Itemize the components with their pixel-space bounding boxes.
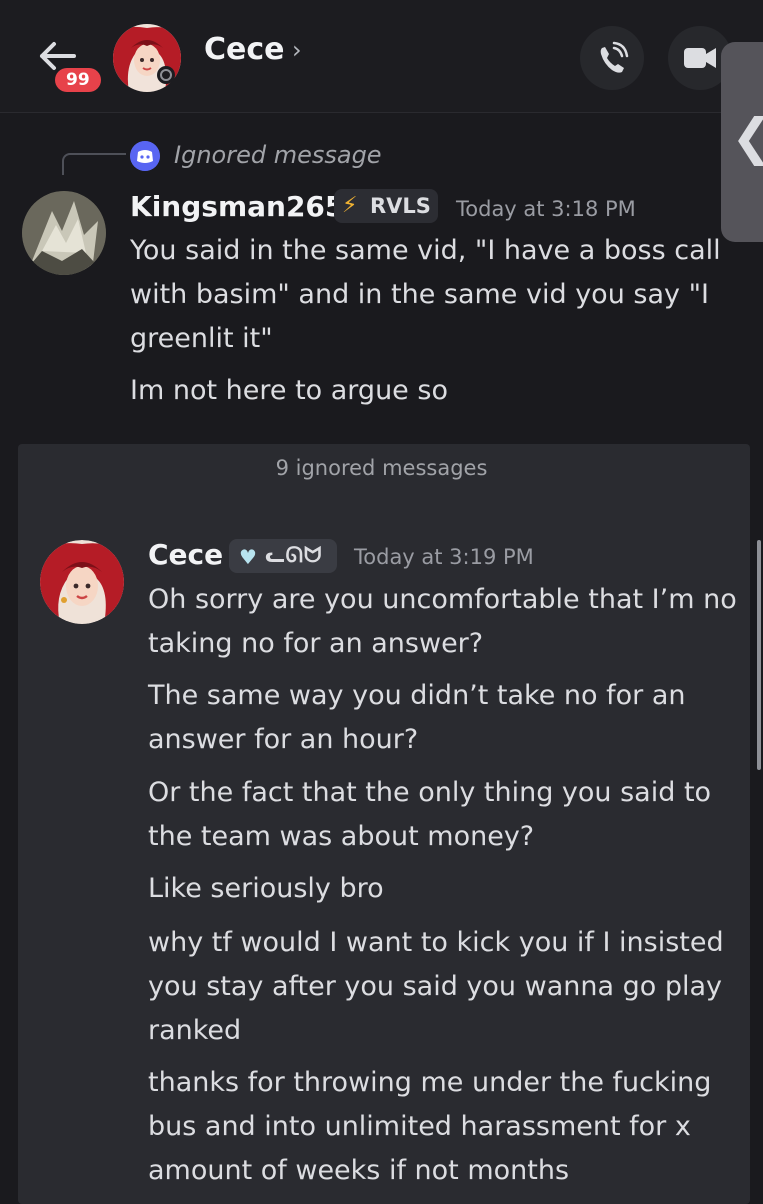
message-line: ranked: [148, 1015, 242, 1046]
message-line: the team was about money?: [148, 821, 535, 852]
heart-icon: ♥: [239, 545, 257, 569]
clan-tag-label: RVLS: [370, 194, 431, 218]
message-line: thanks for throwing me under the fucking: [148, 1067, 712, 1098]
voice-call-button[interactable]: [580, 26, 644, 90]
message-line: you stay after you said you wanna go pla…: [148, 971, 723, 1002]
clan-tag-label: ᓚᘏᗢ: [265, 543, 323, 567]
message-line: Or the fact that the only thing you said…: [148, 777, 712, 808]
discord-logo-icon: [130, 141, 160, 171]
message-line: Like seriously bro: [148, 873, 384, 904]
presence-status-icon: [157, 66, 175, 84]
clan-tag-badge[interactable]: ⚡ RVLS: [334, 189, 438, 223]
chevron-right-icon[interactable]: ›: [292, 36, 302, 64]
message-line: Im not here to argue so: [130, 375, 448, 406]
message-line: amount of weeks if not months: [148, 1155, 570, 1186]
member-list-drawer-handle[interactable]: ❮: [721, 42, 763, 242]
message-line: why tf would I want to kick you if I ins…: [148, 927, 724, 958]
lightning-bolt-icon: ⚡: [342, 193, 358, 218]
ignored-messages-label[interactable]: 9 ignored messages: [0, 456, 763, 480]
message-line: with basim" and in the same vid you say …: [130, 279, 709, 310]
message-line: Oh sorry are you uncomfortable that I’m …: [148, 584, 737, 615]
message-timestamp: Today at 3:18 PM: [456, 197, 636, 221]
scrollbar[interactable]: [757, 540, 761, 770]
message-line: taking no for an answer?: [148, 628, 484, 659]
message-timestamp: Today at 3:19 PM: [354, 545, 534, 569]
avatar[interactable]: [22, 191, 106, 275]
unread-count-badge: 99: [55, 68, 101, 92]
reply-connector: [62, 153, 126, 175]
message-author[interactable]: Cece: [148, 538, 223, 571]
message-line: answer for an hour?: [148, 724, 419, 755]
message-line: You said in the same vid, "I have a boss…: [130, 235, 721, 266]
message-author[interactable]: Kingsman265: [130, 190, 344, 223]
phone-call-icon: [600, 41, 629, 73]
avatar[interactable]: [40, 540, 124, 624]
conversation-title[interactable]: Cece: [204, 32, 285, 67]
message-line: The same way you didn’t take no for an: [148, 680, 686, 711]
clan-tag-badge[interactable]: ♥ ᓚᘏᗢ: [229, 539, 337, 573]
message-line: bus and into unlimited harassment for x: [148, 1111, 691, 1142]
reply-preview-text[interactable]: Ignored message: [174, 141, 382, 169]
chat-header: 99 Cece ›: [0, 0, 763, 113]
message-line: greenlit it": [130, 323, 273, 354]
chevron-left-icon: ❮: [731, 108, 763, 166]
